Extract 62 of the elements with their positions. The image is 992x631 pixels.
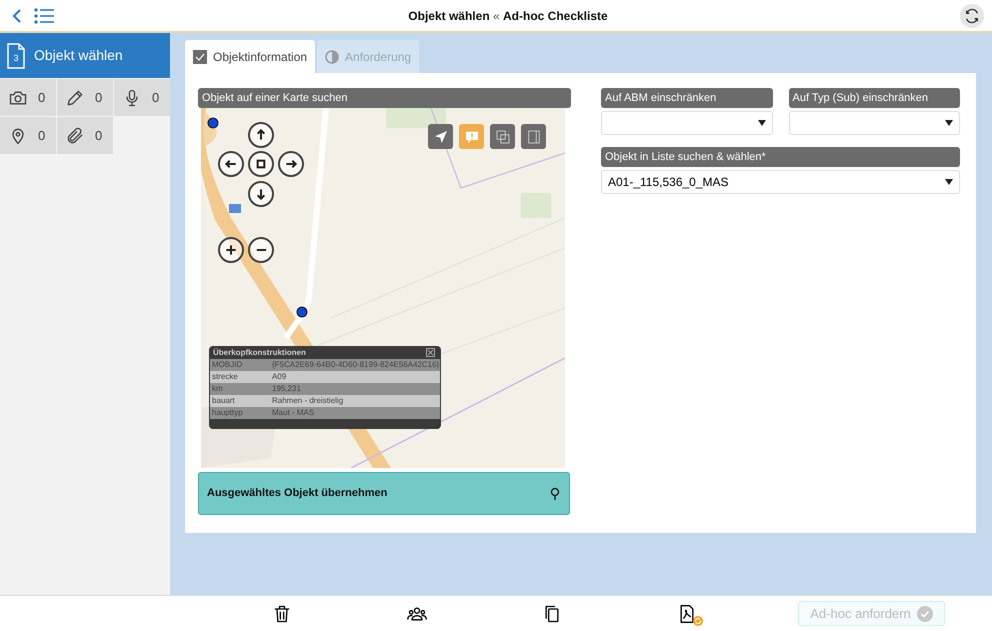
popup-title: Überkopfkonstruktionen (213, 346, 306, 358)
property-value: {F5CA2E69-64B0-4D60-8199-824E56A42C16} (272, 359, 440, 371)
attachment-counter[interactable]: 0 (0, 79, 56, 116)
refresh-button[interactable] (960, 4, 984, 28)
apply-object-button[interactable]: Ausgewähltes Objekt übernehmen (198, 472, 570, 515)
section-label: Objekt auf einer Karte suchen (198, 88, 571, 108)
property-value: 195,231 (272, 383, 301, 395)
property-value: Rahmen - dreistielig (272, 395, 344, 407)
counter-value: 0 (95, 126, 102, 145)
property-name: haupttyp (211, 407, 244, 419)
center-button[interactable] (248, 151, 274, 177)
close-button[interactable] (424, 346, 437, 359)
property-name: bauart (211, 395, 236, 407)
pan-left-button[interactable] (218, 151, 244, 177)
property-value: A09 (272, 371, 286, 383)
zoom-in-button[interactable] (218, 237, 244, 263)
attachment-counter[interactable]: 0 (57, 117, 113, 154)
sync-badge-icon (693, 616, 703, 626)
caret-icon (945, 179, 953, 185)
counter-value: 0 (152, 88, 160, 107)
caret-icon (945, 120, 953, 126)
field-label: Auf Typ (Sub) einschränken (788, 88, 960, 108)
map-tool-button[interactable] (521, 124, 546, 149)
half-circle-icon (325, 50, 340, 64)
refresh-icon (964, 8, 980, 24)
list-icon (34, 8, 54, 24)
property-value: Maut - MAS (272, 407, 314, 419)
paperclip-icon (65, 126, 85, 146)
property-name: MOBJID (211, 359, 244, 371)
caret-icon (758, 120, 766, 126)
dropdown-field[interactable]: A01-_115,536_0_MAS (601, 170, 960, 194)
property-name: strecke (211, 371, 239, 383)
zoom-out-button[interactable] (248, 237, 274, 263)
pan-down-button[interactable] (248, 181, 274, 207)
attachment-counter[interactable]: 0 (0, 117, 56, 154)
layers-icon (494, 128, 512, 146)
dropdown-field[interactable] (601, 111, 772, 135)
check-circle-icon (916, 606, 933, 622)
counter-value: 0 (38, 126, 46, 145)
counter-value: 0 (38, 88, 46, 107)
tab[interactable]: Objektinformation (185, 40, 316, 73)
field-label: Auf ABM einschränken (601, 88, 772, 108)
field-label: Objekt in Liste suchen & wählen* (601, 147, 960, 167)
counter-value: 0 (95, 88, 102, 107)
attachment-counter[interactable]: 0 (114, 79, 170, 116)
dropdown-field[interactable] (788, 111, 960, 135)
pin-icon (549, 486, 561, 500)
pencil-icon (65, 88, 85, 108)
trash-icon (272, 604, 292, 624)
map-tool-button[interactable] (428, 124, 453, 149)
step-item[interactable]: 3 Objekt wählen (0, 33, 170, 78)
map-tool-button[interactable] (490, 124, 515, 149)
minus-icon (256, 249, 266, 251)
pan-up-button[interactable] (248, 122, 274, 148)
page-title: Objekt wählen « Ad-hoc Checkliste (408, 8, 608, 22)
list-menu-button[interactable] (32, 6, 56, 26)
attachment-counter[interactable]: 0 (57, 79, 113, 116)
property-name: km (211, 383, 224, 395)
pan-right-button[interactable] (278, 151, 304, 177)
document-icon: 3 (6, 42, 26, 68)
step-label: Objekt wählen (34, 46, 123, 65)
checkbox-icon (193, 50, 207, 64)
